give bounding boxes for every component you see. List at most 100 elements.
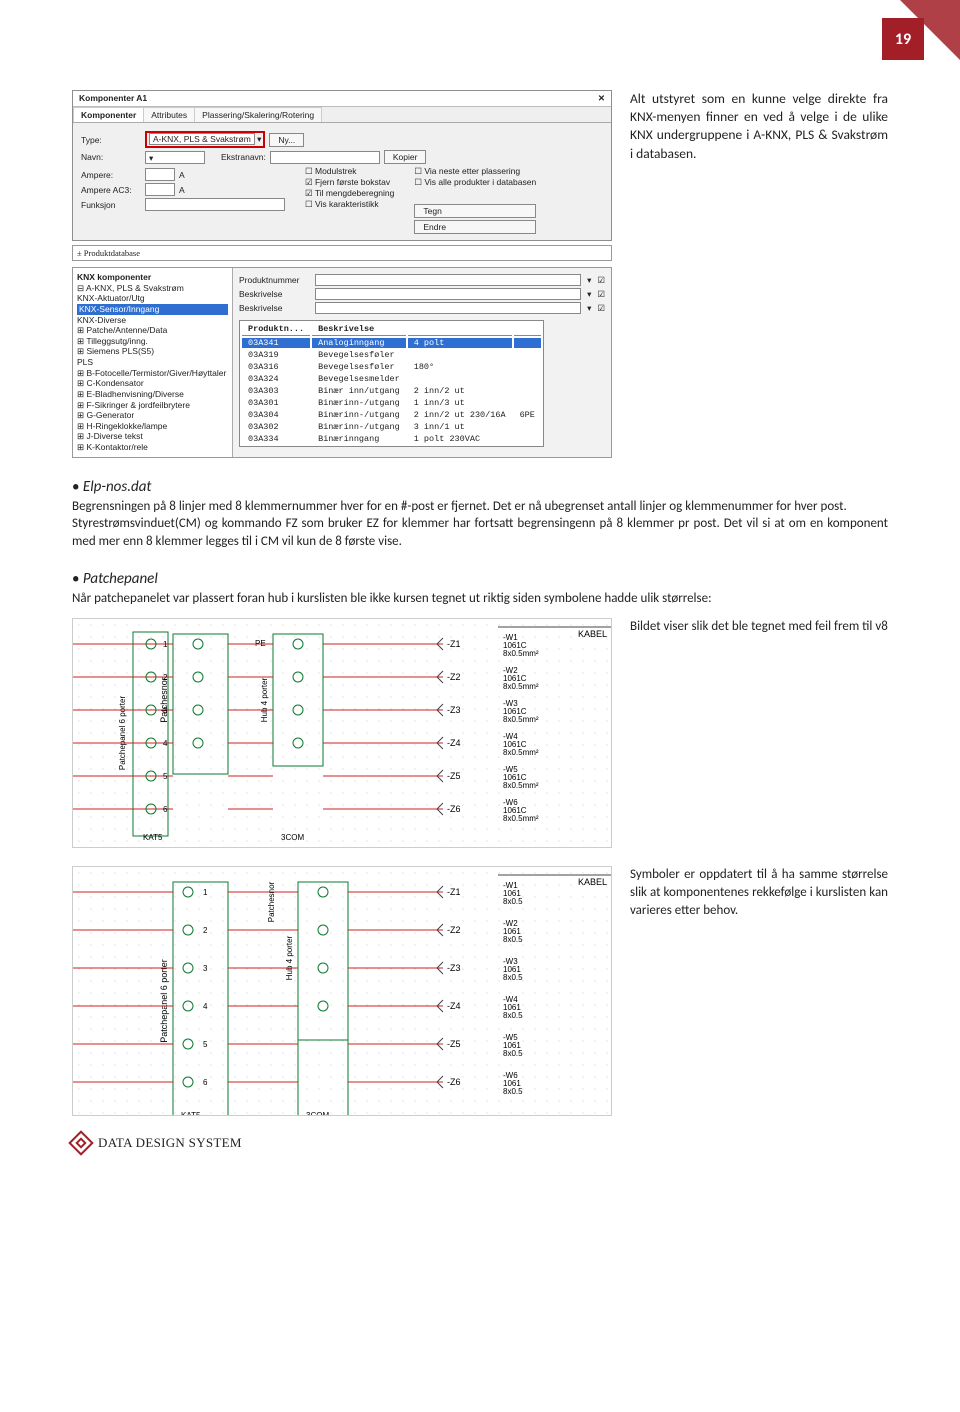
tree-node[interactable]: ⊞ H-Ringeklokke/lampe: [77, 421, 228, 432]
produktdatabase-header: ± Produktdatabase: [72, 245, 612, 261]
table-row[interactable]: 03A316Bevegelsesføler180°: [242, 362, 541, 372]
tree-node[interactable]: ⊞ Siemens PLS(S5): [77, 346, 228, 357]
table-row[interactable]: 03A304Binærinn-/utgang2 inn/2 ut 230/16A…: [242, 410, 541, 420]
svg-text:-Z6: -Z6: [447, 1077, 461, 1087]
tree-node[interactable]: KNX-Sensor/Inngang: [77, 304, 228, 315]
svg-text:3: 3: [203, 964, 208, 973]
clear-icon[interactable]: ☑: [597, 289, 605, 300]
search-produktnummer-input[interactable]: [315, 274, 581, 286]
funksjon-input[interactable]: [145, 198, 285, 211]
dropdown-icon[interactable]: ▾: [587, 303, 591, 314]
clear-icon[interactable]: ☑: [597, 275, 605, 286]
tree-node[interactable]: ⊞ C-Kondensator: [77, 378, 228, 389]
svg-text:-Z3: -Z3: [447, 963, 461, 973]
diagram-after: KABEL Patchepanel 6 porter Hub 4 porter 1 -Z…: [72, 866, 612, 1116]
tree-node[interactable]: ⊞ B-Fotocelle/Termistor/Giver/Høyttaler: [77, 368, 228, 379]
expand-icon: ±: [77, 248, 82, 258]
tree-node[interactable]: ⊞ G-Generator: [77, 410, 228, 421]
table-row[interactable]: 03A324Bevegelsesmelder: [242, 374, 541, 384]
tegn-button[interactable]: Tegn: [414, 204, 536, 218]
svg-text:4: 4: [163, 739, 168, 748]
table-row[interactable]: 03A319Bevegelsesføler: [242, 350, 541, 360]
chk-fjern-bokstav[interactable]: Fjern første bokstav: [305, 177, 394, 188]
svg-text:Hub 4 porter: Hub 4 porter: [260, 677, 269, 722]
diagram-after-caption: Symboler er oppdatert til å ha samme stø…: [630, 866, 888, 921]
product-tree[interactable]: KNX komponenter ⊟ A-KNX, PLS & Svakstrøm…: [73, 268, 233, 457]
svg-text:3: 3: [163, 706, 168, 715]
ampere-unit: A: [179, 170, 185, 180]
tree-node[interactable]: ⊞ F-Sikringer & jordfeilbrytere: [77, 400, 228, 411]
tree-node[interactable]: ⊟ A-KNX, PLS & Svakstrøm: [77, 283, 228, 294]
svg-text:-Z6: -Z6: [447, 804, 461, 814]
svg-text:KABEL: KABEL: [578, 877, 607, 887]
ekstranavn-label: Ekstranavn:: [221, 152, 266, 162]
svg-text:-Z2: -Z2: [447, 925, 461, 935]
tab-attributes[interactable]: Attributes: [143, 107, 195, 122]
svg-text:2: 2: [163, 673, 168, 682]
svg-text:KABEL: KABEL: [578, 629, 607, 639]
tree-node[interactable]: ⊞ E-Bladhenvisning/Diverse: [77, 389, 228, 400]
col-beskrivelse: Beskrivelse: [312, 323, 406, 336]
tree-node[interactable]: ⊞ J-Diverse tekst: [77, 431, 228, 442]
ekstranavn-input[interactable]: [270, 151, 380, 164]
dialog-title: Komponenter A1: [79, 93, 147, 104]
section-elp-heading: Elp-nos.dat: [72, 478, 888, 496]
tree-node[interactable]: ⊞ Patche/Antenne/Data: [77, 325, 228, 336]
svg-text:8x0.5mm²: 8x0.5mm²: [503, 715, 539, 724]
svg-text:3COM: 3COM: [281, 833, 304, 842]
tab-komponenter[interactable]: Komponenter: [73, 107, 144, 122]
endre-button[interactable]: Endre: [414, 220, 536, 234]
chk-mengdeberegning[interactable]: Til mengdeberegning: [305, 188, 394, 199]
close-icon[interactable]: ✕: [598, 93, 605, 104]
svg-text:8x0.5: 8x0.5: [503, 1087, 523, 1096]
ampere-input[interactable]: [145, 168, 175, 181]
copy-button[interactable]: Kopier: [384, 150, 427, 164]
section-elp-body: Begrensningen på 8 linjer med 8 klemmern…: [72, 498, 888, 551]
svg-text:Patchepanel 6 porter: Patchepanel 6 porter: [118, 695, 127, 770]
tree-node[interactable]: ⊞ K-Kontaktor/rele: [77, 442, 228, 453]
svg-text:Patchepanel 6 porter: Patchepanel 6 porter: [159, 959, 169, 1043]
search-beskrivelse-input[interactable]: [315, 288, 581, 300]
chk-neste-plassering[interactable]: Via neste etter plassering: [414, 166, 536, 177]
chk-modulstrek[interactable]: Modulstrek: [305, 166, 394, 177]
table-row[interactable]: 03A303Binær inn/utgang2 inn/2 ut: [242, 386, 541, 396]
navn-input[interactable]: ▾: [145, 151, 205, 164]
tree-node[interactable]: KNX-Diverse: [77, 315, 228, 326]
ampere-ac3-label: Ampere AC3:: [81, 185, 141, 195]
search-beskrivelse-label: Beskrivelse: [239, 289, 309, 299]
table-row[interactable]: 03A302Binærinn-/utgang3 inn/1 ut: [242, 422, 541, 432]
svg-text:1: 1: [203, 888, 208, 897]
produktdatabase-panel: KNX komponenter ⊟ A-KNX, PLS & Svakstrøm…: [72, 267, 612, 458]
footer-text: DATA DESIGN SYSTEM: [98, 1135, 242, 1151]
svg-text:8x0.5: 8x0.5: [503, 935, 523, 944]
product-table[interactable]: Produktn... Beskrivelse 03A341Analoginng…: [239, 320, 544, 447]
section-patch-heading: Patchepanel: [72, 570, 888, 588]
search-produktnummer-label: Produktnummer: [239, 275, 309, 285]
dropdown-icon[interactable]: ▾: [587, 275, 591, 286]
section-patch-intro: Når patchepanelet var plassert foran hub…: [72, 590, 888, 608]
intro-paragraph: Alt utstyret som en kunne velge direkte …: [630, 90, 888, 458]
ampere-ac3-unit: A: [179, 185, 185, 195]
svg-text:Hub 4 porter: Hub 4 porter: [285, 935, 294, 980]
new-button[interactable]: Ny...: [269, 133, 304, 147]
svg-text:8x0.5: 8x0.5: [503, 973, 523, 982]
tree-node[interactable]: ⊞ Tilleggsutg/inng.: [77, 336, 228, 347]
chk-alle-produkter[interactable]: Vis alle produkter i databasen: [414, 177, 536, 188]
dropdown-icon[interactable]: ▾: [587, 289, 591, 300]
svg-text:5: 5: [203, 1040, 208, 1049]
clear-icon[interactable]: ☑: [597, 303, 605, 314]
tree-node[interactable]: PLS: [77, 357, 228, 368]
svg-text:-Z1: -Z1: [447, 639, 461, 649]
search-beskrivelse2-label: Beskrivelse: [239, 303, 309, 313]
chk-karakteristikk[interactable]: Vis karakteristikk: [305, 199, 394, 210]
type-dropdown[interactable]: A-KNX, PLS & Svakstrøm: [149, 133, 255, 145]
table-row[interactable]: 03A334Binærinngang1 polt 230VAC: [242, 434, 541, 444]
table-row[interactable]: 03A341Analoginngang4 polt: [242, 338, 541, 348]
svg-text:KAT5: KAT5: [181, 1111, 201, 1116]
tab-plassering[interactable]: Plassering/Skalering/Rotering: [194, 107, 322, 122]
ampere-ac3-input[interactable]: [145, 183, 175, 196]
col-produktnr: Produktn...: [242, 323, 310, 336]
tree-node[interactable]: KNX-Aktuator/Utg: [77, 293, 228, 304]
search-beskrivelse2-input[interactable]: [315, 302, 581, 314]
table-row[interactable]: 03A301Binærinn-/utgang1 inn/3 ut: [242, 398, 541, 408]
